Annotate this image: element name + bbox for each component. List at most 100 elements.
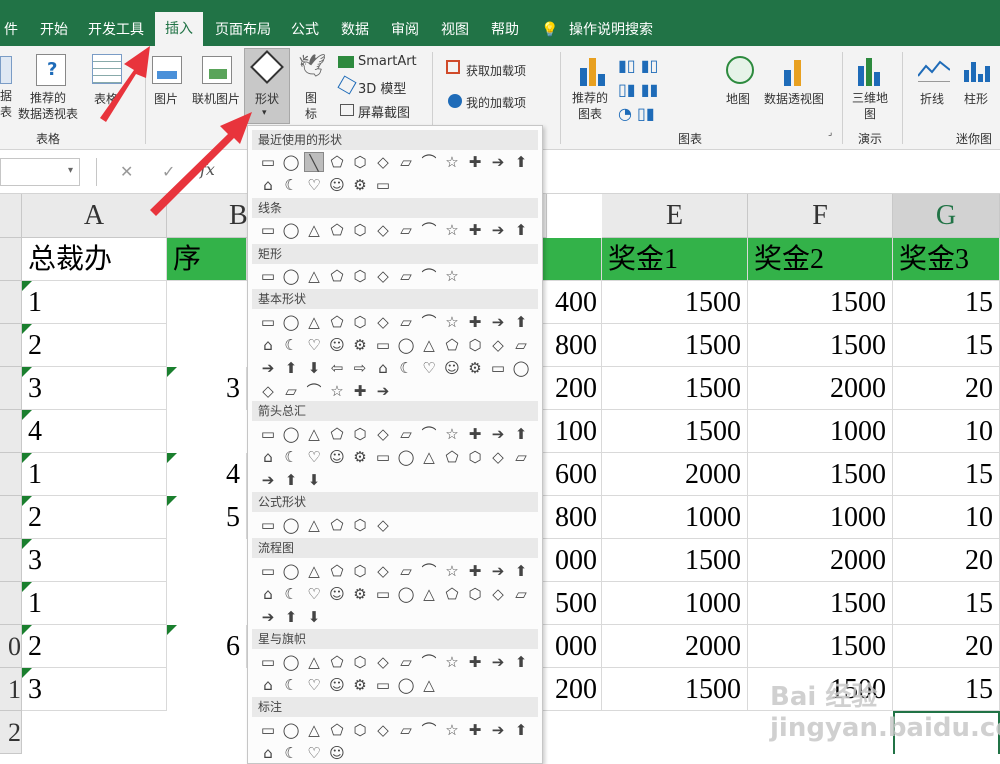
flowchart-shape-icon[interactable]: ⬠ (327, 561, 347, 581)
callout-shape-icon[interactable]: ⬠ (327, 720, 347, 740)
rectangle-shape-icon[interactable]: ⬠ (327, 266, 347, 286)
recent-shape-icon[interactable]: ⌒ (419, 152, 439, 172)
flowchart-shape-icon[interactable]: ◯ (396, 584, 416, 604)
basic-shape-icon[interactable]: ⬠ (442, 335, 462, 355)
equation-shape-icon[interactable]: △ (304, 515, 324, 535)
basic-shape-icon[interactable]: ♡ (419, 358, 439, 378)
basic-shape-icon[interactable]: ⬡ (350, 312, 370, 332)
flowchart-shape-icon[interactable]: ➔ (488, 561, 508, 581)
callout-shape-icon[interactable]: ☾ (281, 743, 301, 763)
line-shape-icon[interactable]: ◇ (373, 220, 393, 240)
recent-shape-icon[interactable]: ▱ (396, 152, 416, 172)
block-arrow-shape-icon[interactable]: ➔ (258, 470, 278, 490)
equation-shape-icon[interactable]: ⬡ (350, 515, 370, 535)
flowchart-shape-icon[interactable]: ⌒ (419, 561, 439, 581)
line-shape-icon[interactable]: ╲ (304, 152, 324, 172)
basic-shape-icon[interactable]: ◯ (511, 358, 531, 378)
line-shape-icon[interactable]: ➔ (488, 220, 508, 240)
star-shape-icon[interactable]: ☺ (327, 675, 347, 695)
block-arrow-shape-icon[interactable]: ▱ (511, 447, 531, 467)
callout-shape-icon[interactable]: ➔ (488, 720, 508, 740)
block-arrow-shape-icon[interactable]: ⬇ (304, 470, 324, 490)
flowchart-shape-icon[interactable]: ⌂ (258, 584, 278, 604)
block-arrow-shape-icon[interactable]: ☾ (281, 447, 301, 467)
callout-shape-icon[interactable]: △ (304, 720, 324, 740)
flowchart-shape-icon[interactable]: ☆ (442, 561, 462, 581)
block-arrow-shape-icon[interactable]: ☺ (327, 447, 347, 467)
block-arrow-shape-icon[interactable]: ⬠ (327, 424, 347, 444)
rectangle-shape-icon[interactable]: ▱ (396, 266, 416, 286)
block-arrow-shape-icon[interactable]: ▱ (396, 424, 416, 444)
block-arrow-shape-icon[interactable]: ◯ (281, 424, 301, 444)
recent-shape-icon[interactable]: ⬆ (511, 152, 531, 172)
flowchart-shape-icon[interactable]: ▭ (373, 584, 393, 604)
star-shape-icon[interactable]: ▭ (258, 652, 278, 672)
star-shape-icon[interactable]: ⬠ (327, 652, 347, 672)
basic-shape-icon[interactable]: ☾ (396, 358, 416, 378)
flowchart-shape-icon[interactable]: ☾ (281, 584, 301, 604)
recent-shape-icon[interactable]: ☺ (327, 175, 347, 195)
flowchart-shape-icon[interactable]: ⬡ (350, 561, 370, 581)
recent-shape-icon[interactable]: ◇ (373, 152, 393, 172)
recent-shape-icon[interactable]: ◯ (281, 152, 301, 172)
equation-shape-icon[interactable]: ◇ (373, 515, 393, 535)
equation-shape-icon[interactable]: ⬠ (327, 515, 347, 535)
flowchart-shape-icon[interactable]: △ (419, 584, 439, 604)
basic-shape-icon[interactable]: ➔ (373, 381, 393, 401)
recent-shape-icon[interactable]: ⌂ (258, 175, 278, 195)
star-shape-icon[interactable]: ⌂ (258, 675, 278, 695)
star-shape-icon[interactable]: △ (304, 652, 324, 672)
star-shape-icon[interactable]: ☾ (281, 675, 301, 695)
block-arrow-shape-icon[interactable]: ⬡ (465, 447, 485, 467)
callout-shape-icon[interactable]: ☆ (442, 720, 462, 740)
equation-shape-icon[interactable]: ◯ (281, 515, 301, 535)
block-arrow-shape-icon[interactable]: ◯ (396, 447, 416, 467)
star-shape-icon[interactable]: ➔ (488, 652, 508, 672)
basic-shape-icon[interactable]: ☺ (442, 358, 462, 378)
line-shape-icon[interactable]: ▭ (258, 220, 278, 240)
flowchart-shape-icon[interactable]: ♡ (304, 584, 324, 604)
rectangle-shape-icon[interactable]: △ (304, 266, 324, 286)
star-shape-icon[interactable]: ⬆ (511, 652, 531, 672)
basic-shape-icon[interactable]: ⇨ (350, 358, 370, 378)
block-arrow-shape-icon[interactable]: ◇ (373, 424, 393, 444)
callout-shape-icon[interactable]: ☺ (327, 743, 347, 763)
callout-shape-icon[interactable]: ◯ (281, 720, 301, 740)
recent-shape-icon[interactable]: ▭ (258, 152, 278, 172)
basic-shape-icon[interactable]: ⬇ (304, 358, 324, 378)
block-arrow-shape-icon[interactable]: ➔ (488, 424, 508, 444)
line-shape-icon[interactable]: ⬡ (350, 220, 370, 240)
flowchart-shape-icon[interactable]: ☺ (327, 584, 347, 604)
basic-shape-icon[interactable]: ⚙ (350, 335, 370, 355)
callout-shape-icon[interactable]: ✚ (465, 720, 485, 740)
recent-shape-icon[interactable]: ⬠ (327, 152, 347, 172)
flowchart-shape-icon[interactable]: ▭ (258, 561, 278, 581)
block-arrow-shape-icon[interactable]: ⌒ (419, 424, 439, 444)
star-shape-icon[interactable]: ♡ (304, 675, 324, 695)
basic-shape-icon[interactable]: ⇦ (327, 358, 347, 378)
flowchart-shape-icon[interactable]: ⬆ (511, 561, 531, 581)
rectangle-shape-icon[interactable]: ⬡ (350, 266, 370, 286)
recent-shape-icon[interactable]: ✚ (465, 152, 485, 172)
flowchart-shape-icon[interactable]: ⬡ (465, 584, 485, 604)
star-shape-icon[interactable]: ⌒ (419, 652, 439, 672)
recent-shape-icon[interactable]: ▭ (373, 175, 393, 195)
callout-shape-icon[interactable]: ⬡ (350, 720, 370, 740)
basic-shape-icon[interactable]: ▭ (488, 358, 508, 378)
basic-shape-icon[interactable]: ◯ (396, 335, 416, 355)
star-shape-icon[interactable]: ◇ (373, 652, 393, 672)
line-shape-icon[interactable]: ⬠ (327, 220, 347, 240)
callout-shape-icon[interactable]: ⌂ (258, 743, 278, 763)
basic-shape-icon[interactable]: ✚ (465, 312, 485, 332)
star-shape-icon[interactable]: ◯ (396, 675, 416, 695)
rectangle-shape-icon[interactable]: ◇ (373, 266, 393, 286)
star-shape-icon[interactable]: △ (419, 675, 439, 695)
star-shape-icon[interactable]: ✚ (465, 652, 485, 672)
block-arrow-shape-icon[interactable]: ⌂ (258, 447, 278, 467)
line-shape-icon[interactable]: ▱ (396, 220, 416, 240)
basic-shape-icon[interactable]: ◇ (373, 312, 393, 332)
basic-shape-icon[interactable]: ⬠ (327, 312, 347, 332)
basic-shape-icon[interactable]: ⌒ (419, 312, 439, 332)
recent-shape-icon[interactable]: ☆ (442, 152, 462, 172)
flowchart-shape-icon[interactable]: ▱ (396, 561, 416, 581)
